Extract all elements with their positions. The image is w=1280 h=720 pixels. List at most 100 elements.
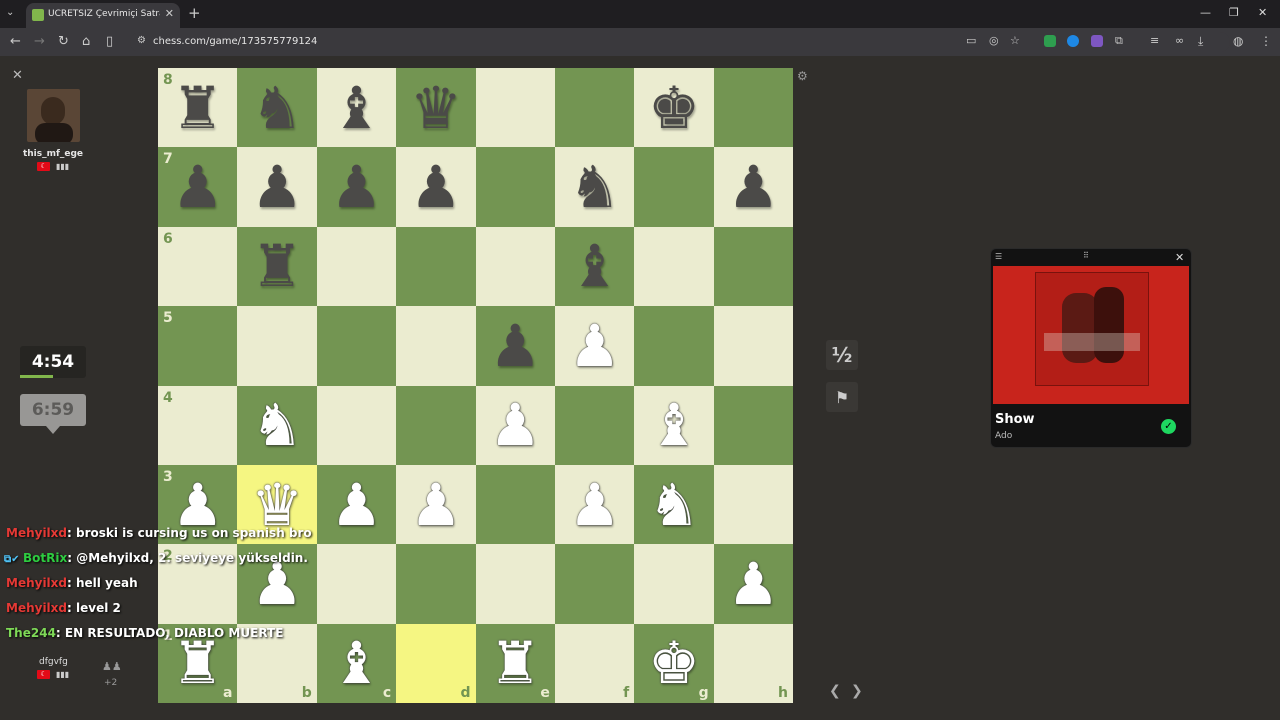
offer-draw-button[interactable]: ½ <box>826 340 858 370</box>
url-field[interactable]: ⚙ chess.com/game/173575779124 <box>130 32 1230 52</box>
square-c7[interactable]: ♟ <box>316 147 397 227</box>
square-f7[interactable]: ♞ <box>554 147 635 227</box>
black-bishop-piece[interactable]: ♝ <box>555 227 634 306</box>
square-b5[interactable] <box>237 306 317 386</box>
white-pawn-piece[interactable]: ♟ <box>555 306 634 385</box>
square-b7[interactable]: ♟ <box>237 147 317 227</box>
square-h6[interactable] <box>713 226 794 307</box>
square-e3[interactable] <box>475 464 555 545</box>
square-g1[interactable]: g ♚ <box>634 623 714 704</box>
square-b4[interactable]: ♞ <box>237 385 317 465</box>
opponent-name[interactable]: this_mf_ege <box>0 149 106 159</box>
maximize-icon[interactable]: ❐ <box>1229 6 1239 19</box>
minimize-icon[interactable]: — <box>1200 6 1211 19</box>
white-pawn-piece[interactable]: ♟ <box>317 465 396 544</box>
square-b8[interactable]: ♞ <box>237 68 317 148</box>
white-pawn-piece[interactable]: ♟ <box>476 386 555 465</box>
download-icon[interactable]: ⤓ <box>1198 34 1203 49</box>
square-d8[interactable]: ♛ <box>396 68 476 148</box>
square-g3[interactable]: ♞ <box>634 464 714 545</box>
saved-check-icon[interactable]: ✓ <box>1161 419 1176 434</box>
previous-move-icon[interactable]: ❮ <box>829 683 841 699</box>
extensions-puzzle-icon[interactable]: ⧉ <box>1115 34 1123 48</box>
black-pawn-piece[interactable]: ♟ <box>237 147 316 226</box>
square-e2[interactable] <box>475 544 555 624</box>
square-a4[interactable]: 4 <box>158 385 238 465</box>
square-g5[interactable] <box>634 306 714 386</box>
reading-list-icon[interactable]: ≡ <box>1150 34 1159 47</box>
close-window-icon[interactable]: ✕ <box>1258 6 1267 19</box>
black-rook-piece[interactable]: ♜ <box>237 227 316 306</box>
sidebar-icon[interactable]: ▯ <box>106 34 113 49</box>
square-h7[interactable]: ♟ <box>713 147 794 227</box>
square-f6[interactable]: ♝ <box>554 226 635 307</box>
white-knight-piece[interactable]: ♞ <box>237 386 316 465</box>
music-player-card[interactable]: ☰ ⠿ ✕ Show Ado ✓ <box>990 248 1192 448</box>
player-name[interactable]: dfgvfg <box>39 657 68 667</box>
browser-tab[interactable]: ÜCRETSİZ Çevrimiçi Satranç Oy ✕ <box>26 3 180 28</box>
white-bishop-piece[interactable]: ♝ <box>634 386 713 465</box>
new-tab-icon[interactable]: + <box>188 4 201 22</box>
square-h2[interactable]: ♟ <box>713 544 794 624</box>
square-f8[interactable] <box>554 68 635 148</box>
white-pawn-piece[interactable]: ♟ <box>396 465 475 544</box>
extension-green-icon[interactable] <box>1044 35 1056 47</box>
square-e7[interactable] <box>475 147 555 227</box>
profile-icon[interactable]: ◍ <box>1233 34 1243 48</box>
square-d4[interactable] <box>396 385 476 465</box>
square-g2[interactable] <box>634 544 714 624</box>
square-e5[interactable]: ♟ <box>475 306 555 386</box>
reload-icon[interactable]: ↻ <box>58 34 69 49</box>
square-f4[interactable] <box>554 385 635 465</box>
chess-board[interactable]: 8 ♜ ♞ ♝ ♛ ♚ 7 ♟ ♟ ♟ ♟ ♞ ♟ 6 ♜ ♝ 5 ♟ ♟ 4 ♞ ♟ ♝ 3 ♟ ♛ ♟ ♟ ♟ ♞ 2 ♟ ♟ 1 a ♜ b c ♝ d… <box>158 68 794 704</box>
white-king-piece[interactable]: ♚ <box>634 624 713 703</box>
square-g8[interactable]: ♚ <box>634 68 714 148</box>
square-c3[interactable]: ♟ <box>316 464 397 545</box>
square-d6[interactable] <box>396 226 476 307</box>
bookmark-star-icon[interactable]: ☆ <box>1010 34 1020 47</box>
drag-handle-icon[interactable]: ⠿ <box>1083 251 1089 260</box>
back-icon[interactable]: ← <box>10 34 21 49</box>
square-g4[interactable]: ♝ <box>634 385 714 465</box>
eye-off-icon[interactable]: ◎ <box>989 34 999 47</box>
extension-purple-icon[interactable] <box>1091 35 1103 47</box>
square-d2[interactable] <box>396 544 476 624</box>
cast-icon[interactable]: ▭ <box>966 34 976 47</box>
close-card-icon[interactable]: ✕ <box>1175 251 1184 264</box>
black-pawn-piece[interactable]: ♟ <box>396 147 475 226</box>
square-c5[interactable] <box>316 306 397 386</box>
square-d3[interactable]: ♟ <box>396 464 476 545</box>
square-c4[interactable] <box>316 385 397 465</box>
white-pawn-piece[interactable]: ♟ <box>714 544 793 623</box>
resign-button[interactable]: ⚑ <box>826 382 858 412</box>
square-c6[interactable] <box>316 226 397 307</box>
black-pawn-piece[interactable]: ♟ <box>714 147 793 226</box>
link-icon[interactable]: ∞ <box>1175 34 1184 47</box>
next-move-icon[interactable]: ❯ <box>851 683 863 699</box>
square-e8[interactable] <box>475 68 555 148</box>
site-info-icon[interactable]: ⚙ <box>137 35 146 46</box>
square-f5[interactable]: ♟ <box>554 306 635 386</box>
close-panel-icon[interactable]: ✕ <box>12 68 23 83</box>
black-pawn-piece[interactable]: ♟ <box>476 306 555 385</box>
black-knight-piece[interactable]: ♞ <box>237 68 316 147</box>
black-bishop-piece[interactable]: ♝ <box>317 68 396 147</box>
square-b6[interactable]: ♜ <box>237 226 317 307</box>
black-king-piece[interactable]: ♚ <box>634 68 713 147</box>
square-g6[interactable] <box>634 226 714 307</box>
black-knight-piece[interactable]: ♞ <box>555 147 634 226</box>
square-d1[interactable]: d <box>396 623 476 704</box>
square-h5[interactable] <box>713 306 794 386</box>
square-c1[interactable]: c ♝ <box>316 623 397 704</box>
white-knight-piece[interactable]: ♞ <box>634 465 713 544</box>
square-h4[interactable] <box>713 385 794 465</box>
white-rook-piece[interactable]: ♜ <box>476 624 555 703</box>
square-h3[interactable] <box>713 464 794 545</box>
black-pawn-piece[interactable]: ♟ <box>158 147 237 226</box>
square-c8[interactable]: ♝ <box>316 68 397 148</box>
extension-blue-icon[interactable] <box>1067 35 1079 47</box>
square-f1[interactable]: f <box>554 623 635 704</box>
tab-search-icon[interactable]: ⌄ <box>6 7 14 18</box>
black-queen-piece[interactable]: ♛ <box>396 68 475 147</box>
square-f2[interactable] <box>554 544 635 624</box>
